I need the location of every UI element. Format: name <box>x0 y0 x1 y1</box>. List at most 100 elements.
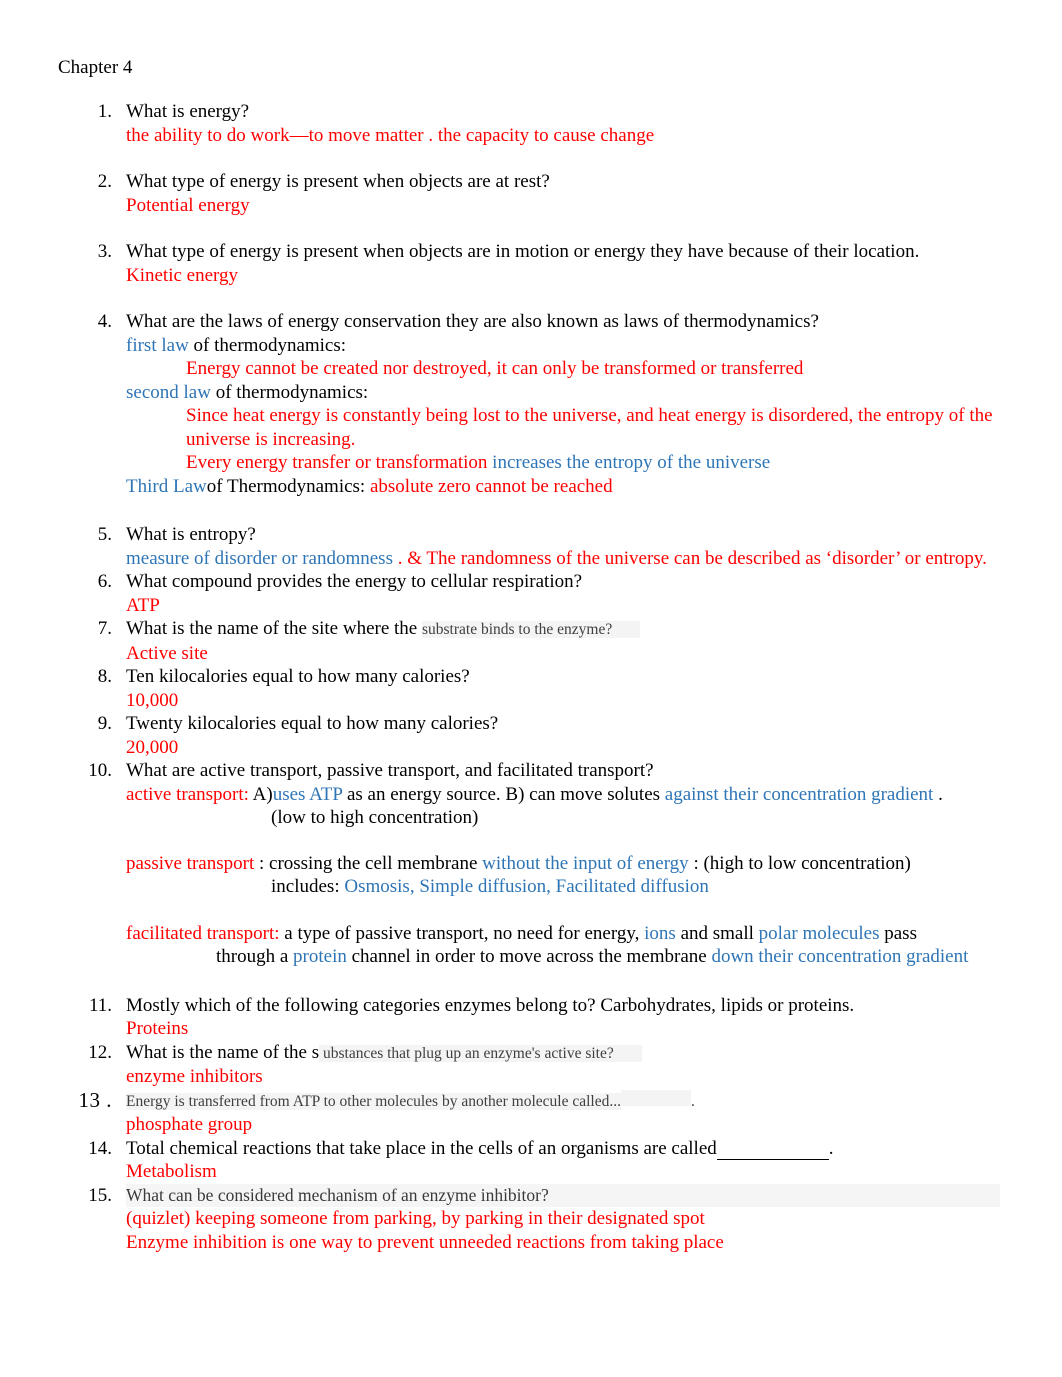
question-text: What compound provides the energy to cel… <box>126 571 583 592</box>
third-law-answer: absolute zero cannot be reached <box>369 475 613 497</box>
passive-transport-black-a: : crossing the cell membrane <box>254 852 483 874</box>
question-number: 13 . <box>78 1087 112 1112</box>
question-item-4: 4. What are the laws of energy conservat… <box>58 310 1000 498</box>
facilitated-line2-blue-b: down their concentration gradient <box>711 946 969 967</box>
question-number: 14. <box>88 1137 112 1159</box>
answer-text: ATP <box>126 594 160 616</box>
active-transport-black-c: . <box>933 783 943 805</box>
active-transport-blue-a: uses ATP <box>272 783 343 805</box>
passive-includes-label: includes: <box>271 876 345 897</box>
question-item-2: 2. What type of energy is present when o… <box>58 170 1000 217</box>
question-text: Twenty kilocalories equal to how many ca… <box>126 713 499 734</box>
question-text: What is entropy? <box>126 524 256 545</box>
question-small-part: Energy is transferred from ATP to other … <box>126 1092 621 1110</box>
second-law-answer-b-blue: increases the entropy of the universe <box>492 452 771 473</box>
question-number: 3. <box>97 241 112 262</box>
facilitated-blue-b: polar molecules <box>758 922 880 944</box>
passive-transport-black-b: : (high to low concentration) <box>688 852 911 874</box>
question-text: What is the name of the s ubstances that… <box>126 1041 1000 1066</box>
question-main-part: What is the name of the site where the <box>126 618 422 639</box>
first-law-answer: Energy cannot be created nor destroyed, … <box>186 358 804 379</box>
active-transport-black-b: as an energy source. B) can move solutes <box>342 783 665 805</box>
fill-in-blank-highlight[interactable] <box>621 1089 691 1106</box>
answer-text: 10,000 <box>126 689 179 711</box>
answer-line-1: (quizlet) keeping someone from parking, … <box>126 1208 705 1229</box>
answer-red-part: . & The randomness of the universe can b… <box>397 547 987 569</box>
question-text: What is energy? <box>126 101 250 122</box>
question-text: What are active transport, passive trans… <box>126 760 654 781</box>
second-law-suffix: of thermodynamics: <box>210 381 369 403</box>
question-text: Mostly which of the following categories… <box>126 994 855 1016</box>
question-number: 7. <box>97 618 112 639</box>
facilitated-line2-black-b: channel in order to move across the memb… <box>346 946 712 967</box>
answer-line-2: Enzyme inhibition is one way to prevent … <box>126 1231 724 1253</box>
question-number: 9. <box>97 713 112 734</box>
question-item-12: 12. What is the name of the s ubstances … <box>58 1041 1000 1089</box>
question-main-part: What is the name of the s <box>126 1041 320 1063</box>
question-item-7: 7. What is the name of the site where th… <box>58 617 1000 665</box>
third-law-label: Third Law <box>126 475 207 497</box>
question-item-14: 14. Total chemical reactions that take p… <box>58 1137 1000 1184</box>
third-law-suffix: of Thermodynamics: <box>206 475 370 497</box>
answer-text: Proteins <box>126 1018 189 1039</box>
first-law-suffix: of thermodynamics: <box>188 334 347 356</box>
page-title: Chapter 4 <box>58 57 133 78</box>
facilitated-line2-black-a: through a <box>216 946 294 967</box>
question-item-15: 15. What can be considered mechanism of … <box>58 1183 1000 1255</box>
answer-text: 20,000 <box>126 736 179 758</box>
fill-in-blank-line[interactable] <box>716 1144 829 1160</box>
answer-text: Metabolism <box>126 1161 217 1182</box>
facilitated-black-a: a type of passive transport, no need for… <box>284 922 645 944</box>
question-number: 12. <box>88 1041 112 1063</box>
question-number: 6. <box>97 571 112 592</box>
second-law-line: second law of thermodynamics: <box>126 381 1000 405</box>
question-number: 1. <box>97 101 112 122</box>
answer-text: the ability to do work—to move matter . … <box>126 124 655 146</box>
active-transport-line2: (low to high concentration) <box>271 807 479 828</box>
third-law-line: Third Lawof Thermodynamics: absolute zer… <box>126 475 1000 499</box>
answer-text: Active site <box>126 642 208 664</box>
question-small-part: substrate binds to the enzyme? <box>421 621 641 638</box>
question-item-10: 10. What are active transport, passive t… <box>58 759 1000 969</box>
question-text: What type of energy is present when obje… <box>126 171 550 192</box>
question-item-3: 3. What type of energy is present when o… <box>58 240 1000 287</box>
question-item-9: 9. Twenty kilocalories equal to how many… <box>58 712 1000 759</box>
second-law-answer-b: Every energy transfer or transformation … <box>126 451 1000 475</box>
facilitated-line2-blue-a: protein <box>293 946 347 967</box>
question-number: 5. <box>97 524 112 545</box>
facilitated-transport-line: facilitated transport: a type of passive… <box>126 922 1000 946</box>
active-transport-label: active transport: <box>126 783 253 805</box>
question-item-5: 5. What is entropy? measure of disorder … <box>58 523 1000 570</box>
question-number: 15. <box>88 1184 112 1206</box>
question-item-11: 11. Mostly which of the following catego… <box>58 994 1000 1041</box>
question-text: Ten kilocalories equal to how many calor… <box>126 666 470 687</box>
second-law-label: second law <box>126 381 211 403</box>
passive-transport-label: passive transport <box>126 852 255 874</box>
question-number: 2. <box>97 171 112 192</box>
answer-text: enzyme inhibitors <box>126 1066 263 1087</box>
passive-transport-line: passive transport : crossing the cell me… <box>126 852 1000 876</box>
facilitated-black-c: pass <box>879 922 917 944</box>
active-transport-blue-b: against their concentration gradient <box>664 783 934 805</box>
document-page: Chapter 4 1. What is energy? the ability… <box>0 0 1062 1377</box>
answer-text: Potential energy <box>126 194 250 216</box>
question-item-8: 8. Ten kilocalories equal to how many ca… <box>58 665 1000 712</box>
first-law-label: first law <box>126 334 189 356</box>
active-transport-line: active transport: A)uses ATP as an energ… <box>126 783 1000 807</box>
second-law-answer-a: Since heat energy is constantly being lo… <box>186 405 993 450</box>
passive-transport-blue-a: without the input of energy <box>482 852 689 874</box>
question-text: What type of energy is present when obje… <box>126 241 920 262</box>
question-number: 4. <box>97 311 112 332</box>
answer-text: phosphate group <box>126 1114 253 1135</box>
facilitated-transport-label: facilitated transport: <box>126 922 285 944</box>
question-text: Energy is transferred from ATP to other … <box>126 1089 1000 1114</box>
question-number: 10. <box>88 760 112 781</box>
passive-includes-list: Osmosis, Simple diffusion, Facilitated d… <box>344 876 709 897</box>
question-post-blank: . <box>828 1137 834 1159</box>
